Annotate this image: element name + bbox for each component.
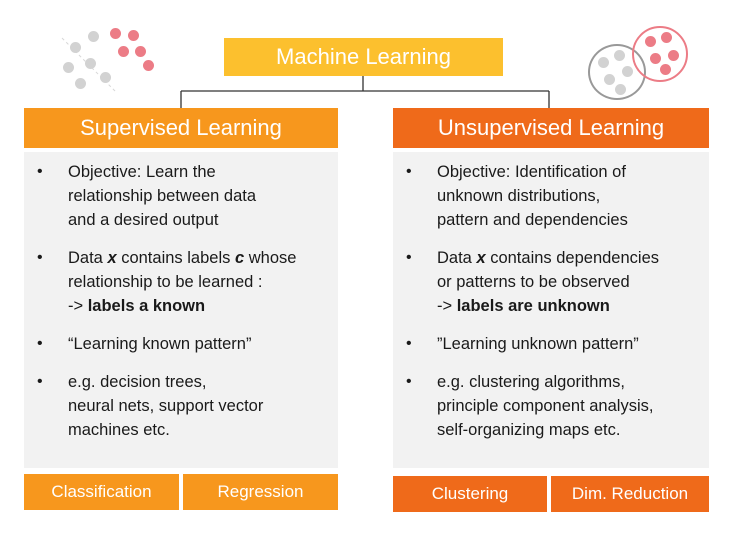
supervised-bullet-examples: e.g. decision trees, neural nets, suppor… — [34, 370, 332, 442]
category-classification: Classification — [24, 474, 179, 510]
unsupervised-bullet-list: Objective: Identification of unknown dis… — [403, 160, 703, 456]
category-clustering: Clustering — [393, 476, 547, 512]
unsupervised-bullet-examples: e.g. clustering algorithms, principle co… — [403, 370, 703, 442]
supervised-title: Supervised Learning — [80, 115, 282, 140]
category-dim-reduction: Dim. Reduction — [551, 476, 709, 512]
supervised-bullet-list: Objective: Learn the relationship betwee… — [34, 160, 332, 456]
supervised-bullet-data: Data x contains labels c whose relations… — [34, 246, 332, 318]
unsupervised-bullet-objective: Objective: Identification of unknown dis… — [403, 160, 703, 232]
root-title: Machine Learning — [276, 44, 451, 69]
supervised-bullet-objective: Objective: Learn the relationship betwee… — [34, 160, 332, 232]
supervised-header: Supervised Learning — [24, 108, 338, 148]
unsupervised-bullet-pattern: ”Learning unknown pattern” — [403, 332, 703, 356]
unsupervised-title: Unsupervised Learning — [437, 115, 665, 140]
unsupervised-panel: Objective: Identification of unknown dis… — [393, 152, 709, 468]
supervised-bullet-pattern: “Learning known pattern” — [34, 332, 332, 356]
unsupervised-bullet-data: Data x contains dependencies or patterns… — [403, 246, 703, 318]
supervised-panel: Objective: Learn the relationship betwee… — [24, 152, 338, 468]
root-node-machine-learning: Machine Learning — [224, 38, 503, 76]
unsupervised-header: Unsupervised Learning — [393, 108, 709, 148]
category-regression: Regression — [183, 474, 338, 510]
